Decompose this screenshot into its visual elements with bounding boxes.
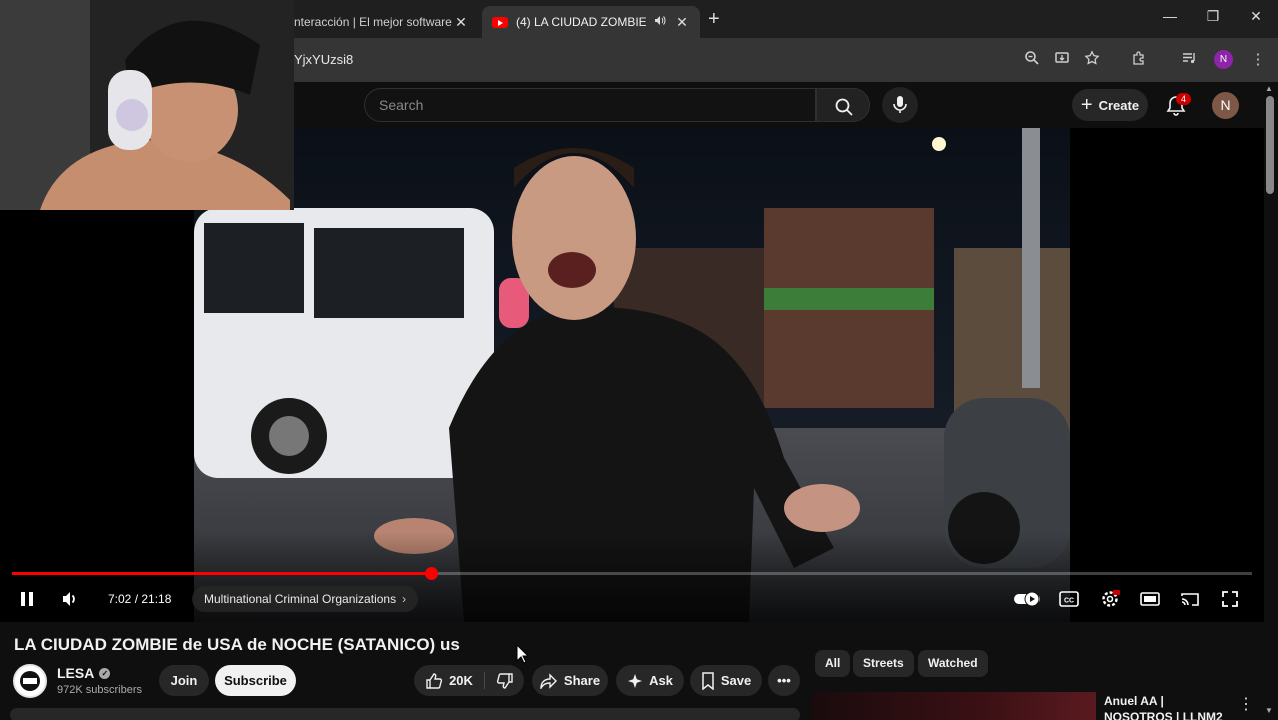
create-button[interactable]: + Create xyxy=(1072,89,1148,121)
join-button[interactable]: Join xyxy=(159,665,209,696)
youtube-favicon-icon xyxy=(492,16,508,28)
more-vertical-icon[interactable]: ⋮ xyxy=(1238,694,1254,714)
progress-played xyxy=(12,572,432,575)
more-horizontal-icon: ••• xyxy=(777,673,791,688)
save-label: Save xyxy=(720,673,752,688)
media-control-icon[interactable] xyxy=(1179,50,1199,70)
settings-button[interactable] xyxy=(1096,586,1124,612)
share-button[interactable]: Share xyxy=(532,665,608,696)
time-display: 7:02 / 21:18 xyxy=(96,586,184,612)
recommendation-thumbnail[interactable] xyxy=(812,692,1096,720)
volume-button[interactable] xyxy=(56,586,84,612)
cast-button[interactable] xyxy=(1176,586,1204,612)
tab-title: (4) LA CIUDAD ZOMBIE de U xyxy=(516,15,646,29)
dislike-button[interactable] xyxy=(485,665,524,696)
pause-icon xyxy=(21,592,33,606)
chapter-button[interactable]: Multinational Criminal Organizations › xyxy=(192,586,419,612)
search-box xyxy=(364,88,816,122)
restore-icon[interactable]: ❐ xyxy=(1193,8,1233,25)
microphone-icon xyxy=(893,96,907,113)
chapter-title: Multinational Criminal Organizations xyxy=(204,592,397,606)
channel-name[interactable]: LESA xyxy=(57,665,94,681)
save-button[interactable]: Save xyxy=(690,665,762,696)
webcam-overlay xyxy=(0,0,294,210)
plus-icon: + xyxy=(1080,93,1093,116)
verified-badge-icon: ✓ xyxy=(99,667,111,679)
fullscreen-icon xyxy=(1222,591,1238,607)
ask-label: Ask xyxy=(649,673,673,688)
search-button[interactable] xyxy=(816,88,870,122)
gear-icon xyxy=(1102,590,1120,607)
ask-button[interactable]: Ask xyxy=(616,665,684,696)
chip-all[interactable]: All xyxy=(815,650,851,677)
like-dislike-group: 20K xyxy=(414,665,524,696)
screen: nteracción | El mejor software p ✕ (4) L… xyxy=(0,0,1278,720)
minimize-icon[interactable]: — xyxy=(1150,8,1190,24)
close-tab-icon[interactable]: ✕ xyxy=(674,14,690,31)
browser-profile-avatar[interactable]: N xyxy=(1214,50,1233,69)
install-app-icon[interactable] xyxy=(1052,50,1072,70)
subscribe-button[interactable]: Subscribe xyxy=(215,665,296,696)
scroll-up-arrow-icon[interactable]: ▲ xyxy=(1265,84,1273,93)
theater-mode-button[interactable] xyxy=(1136,586,1164,612)
volume-icon xyxy=(63,592,75,606)
search-icon xyxy=(835,98,853,116)
subtitles-button[interactable]: CC xyxy=(1056,586,1082,612)
create-label: Create xyxy=(1098,97,1140,113)
extensions-icon[interactable] xyxy=(1129,50,1149,70)
svg-text:CC: CC xyxy=(1064,598,1074,605)
close-tab-icon[interactable]: ✕ xyxy=(453,14,469,31)
search-input[interactable] xyxy=(379,89,799,121)
closed-captions-icon: CC xyxy=(1059,591,1079,607)
theater-mode-icon xyxy=(1140,592,1160,606)
chip-streets[interactable]: Streets xyxy=(853,650,914,677)
page-scrollbar[interactable] xyxy=(1266,96,1274,194)
notification-count-badge: 4 xyxy=(1176,93,1191,105)
autoplay-toggle-icon xyxy=(1014,591,1040,607)
scroll-down-arrow-icon[interactable]: ▼ xyxy=(1265,706,1273,715)
like-count: 20K xyxy=(449,673,473,688)
channel-name-row[interactable]: LESA ✓ xyxy=(57,665,111,681)
progress-bar[interactable] xyxy=(12,567,1252,580)
sparkle-icon xyxy=(628,673,643,688)
new-tab-button[interactable]: + xyxy=(708,8,720,31)
chevron-right-icon: › xyxy=(402,592,407,606)
like-button[interactable]: 20K xyxy=(414,665,484,696)
fullscreen-button[interactable] xyxy=(1216,586,1244,612)
browser-menu-icon[interactable]: ⋮ xyxy=(1248,50,1268,70)
subscriber-count: 972K subscribers xyxy=(57,684,142,696)
description-box[interactable] xyxy=(10,708,800,720)
bookmark-star-icon[interactable] xyxy=(1082,50,1102,70)
cast-icon xyxy=(1181,593,1199,606)
zoom-icon[interactable] xyxy=(1022,50,1042,70)
recommendation-title[interactable]: Anuel AA | NOSOTROS | LLNM2 xyxy=(1104,693,1232,720)
voice-search-button[interactable] xyxy=(882,87,918,123)
url-text[interactable]: YjxYUzsi8 xyxy=(294,52,353,67)
more-actions-button[interactable]: ••• xyxy=(768,665,800,696)
tab-title: nteracción | El mejor software p xyxy=(294,15,453,29)
mouse-cursor-icon xyxy=(516,644,530,664)
account-avatar[interactable]: N xyxy=(1212,92,1239,119)
autoplay-toggle[interactable] xyxy=(1012,586,1042,612)
tab-active[interactable]: (4) LA CIUDAD ZOMBIE de U ✕ xyxy=(482,6,700,38)
video-title: LA CIUDAD ZOMBIE de USA de NOCHE (SATANI… xyxy=(14,635,460,654)
pause-button[interactable] xyxy=(14,586,40,612)
thumbs-up-icon xyxy=(426,672,443,689)
tab-inactive[interactable]: nteracción | El mejor software p ✕ xyxy=(284,6,479,38)
speaker-icon[interactable] xyxy=(654,15,666,29)
share-arrow-icon xyxy=(540,672,557,689)
chip-watched[interactable]: Watched xyxy=(918,650,988,677)
thumbs-down-icon xyxy=(496,672,513,689)
channel-avatar[interactable] xyxy=(13,664,47,698)
bookmark-icon xyxy=(702,671,714,690)
close-window-icon[interactable]: ✕ xyxy=(1236,8,1276,25)
channel-logo-icon xyxy=(17,668,43,694)
share-label: Share xyxy=(563,673,601,688)
